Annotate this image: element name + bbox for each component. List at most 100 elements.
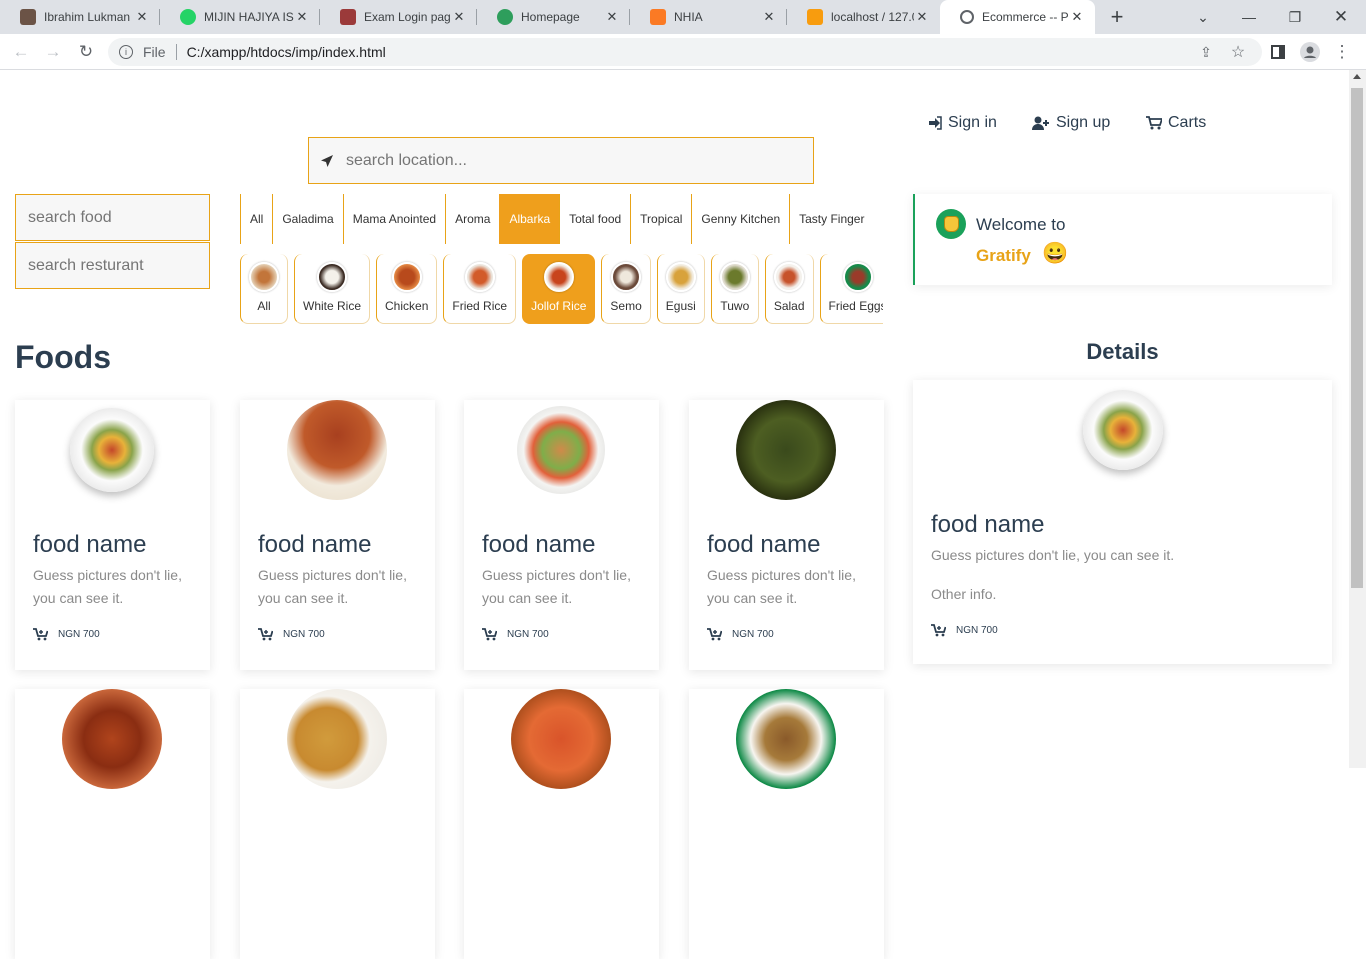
browser-tab[interactable]: Ibrahim Lukman ✕ [0,0,160,34]
browser-tab[interactable]: Exam Login page ✕ [320,0,477,34]
window-close-icon[interactable]: ✕ [1328,0,1354,34]
category-label: Fried Rice [452,299,508,313]
restaurant-filter-albarka[interactable]: Albarka [499,194,560,244]
category-chip-semo[interactable]: Semo [601,254,651,324]
food-card[interactable]: food name Guess pictures don't lie, you … [689,400,884,670]
food-search-input[interactable] [28,208,198,227]
brand-name: Gratify [976,246,1031,265]
food-card[interactable] [689,689,884,959]
food-price: NGN 700 [707,628,774,641]
food-thumbnail-icon [391,262,422,292]
details-price: NGN 700 [931,624,998,637]
page-scrollbar[interactable] [1349,70,1366,768]
restaurant-filter-tasty-finger[interactable]: Tasty Finger [789,194,873,244]
close-icon[interactable]: ✕ [1069,9,1085,25]
food-name: food name [707,531,821,558]
food-card[interactable] [15,689,210,959]
food-card[interactable] [464,689,659,959]
xampp-icon [650,9,666,25]
restaurant-filter-mama-anointed[interactable]: Mama Anointed [342,194,445,244]
sign-up-link[interactable]: Sign up [1032,114,1110,132]
restaurant-filter-tropical[interactable]: Tropical [630,194,691,244]
restore-icon[interactable]: ❐ [1282,0,1308,34]
close-icon[interactable]: ✕ [914,9,930,25]
category-chip-fried-eggs[interactable]: Fried Eggs [819,254,883,324]
category-label: Egusi [665,299,696,313]
food-thumbnail-icon [543,262,574,292]
scroll-up-icon[interactable] [1353,74,1361,79]
bookmark-star-icon[interactable]: ☆ [1226,40,1250,64]
info-icon[interactable]: i [119,45,133,59]
browser-tab[interactable]: NHIA ✕ [630,0,787,34]
category-chip-white-rice[interactable]: White Rice [294,254,371,324]
location-search-box[interactable] [308,137,814,184]
profile-icon[interactable] [1298,40,1322,64]
food-image [287,400,387,500]
details-food-image [1083,390,1163,470]
category-chip-chicken[interactable]: Chicken [376,254,438,324]
price-label: NGN 700 [283,629,325,640]
restaurant-filter-total-food[interactable]: Total food [559,194,630,244]
cart-plus-icon[interactable] [258,628,273,641]
food-card[interactable] [240,689,435,959]
location-search-input[interactable] [346,151,776,170]
restaurant-search-input[interactable] [28,256,198,275]
new-tab-button[interactable]: + [1105,0,1129,34]
food-thumbnail-icon [774,262,805,292]
category-chip-fried-rice[interactable]: Fried Rice [443,254,517,324]
tab-title: Ecommerce -- Pr [982,10,1069,24]
scrollbar-thumb[interactable] [1351,88,1363,588]
restaurant-filter-genny-kitchen[interactable]: Genny Kitchen [691,194,789,244]
cart-plus-icon[interactable] [707,628,722,641]
address-url[interactable]: C:/xampp/htdocs/imp/index.html [187,44,386,60]
category-chip-salad[interactable]: Salad [764,254,814,324]
category-chip-jollof-rice[interactable]: Jollof Rice [522,254,596,324]
welcome-panel: Welcome to Gratify 😀 [913,194,1332,285]
cart-plus-icon[interactable] [931,624,946,637]
food-card[interactable]: food name Guess pictures don't lie, you … [15,400,210,670]
minimize-icon[interactable]: — [1236,0,1262,34]
close-icon[interactable]: ✕ [604,9,620,25]
food-search-box[interactable] [15,194,210,241]
food-name: food name [482,531,596,558]
food-card[interactable]: food name Guess pictures don't lie, you … [464,400,659,670]
category-chip-all[interactable]: All [240,254,288,324]
address-bar[interactable]: i File C:/xampp/htdocs/imp/index.html [108,38,1262,66]
category-chip-egusi[interactable]: Egusi [656,254,705,324]
food-thumbnail-icon [611,262,642,292]
carts-link[interactable]: Carts [1146,114,1206,132]
price-label: NGN 700 [732,629,774,640]
welcome-text: Welcome to [976,215,1066,234]
browser-tab-active[interactable]: Ecommerce -- Pr ✕ [940,0,1095,34]
cart-plus-icon[interactable] [482,628,497,641]
restaurant-search-box[interactable] [15,242,210,289]
share-icon[interactable]: ⇪ [1194,40,1218,64]
browser-tab[interactable]: localhost / 127.0 ✕ [787,0,940,34]
browser-tab[interactable]: Homepage ✕ [477,0,630,34]
restaurant-filter-all[interactable]: All [240,194,272,244]
back-icon[interactable]: ← [9,40,33,64]
side-panel-icon[interactable] [1266,40,1290,64]
close-icon[interactable]: ✕ [134,9,150,25]
close-icon[interactable]: ✕ [294,9,310,25]
restaurant-filter-aroma[interactable]: Aroma [445,194,499,244]
food-price: NGN 700 [482,628,549,641]
category-chip-tuwo[interactable]: Tuwo [710,254,759,324]
tab-title: MIJIN HAJIYA ISL [204,10,294,24]
reload-icon[interactable]: ↻ [74,40,98,64]
food-image [287,689,387,789]
food-thumbnail-icon [665,262,696,292]
browser-tab[interactable]: MIJIN HAJIYA ISL ✕ [160,0,320,34]
tab-search-icon[interactable]: ⌄ [1190,0,1216,34]
forward-icon[interactable]: → [41,40,65,64]
close-icon[interactable]: ✕ [451,9,467,25]
category-label: Tuwo [720,299,750,313]
sign-in-link[interactable]: Sign in [928,114,997,132]
price-label: NGN 700 [507,629,549,640]
restaurant-filter-galadima[interactable]: Galadima [272,194,342,244]
tab-title: NHIA [674,10,703,24]
food-card[interactable]: food name Guess pictures don't lie, you … [240,400,435,670]
menu-icon[interactable]: ⋮ [1330,40,1354,64]
close-icon[interactable]: ✕ [761,9,777,25]
cart-plus-icon[interactable] [33,628,48,641]
